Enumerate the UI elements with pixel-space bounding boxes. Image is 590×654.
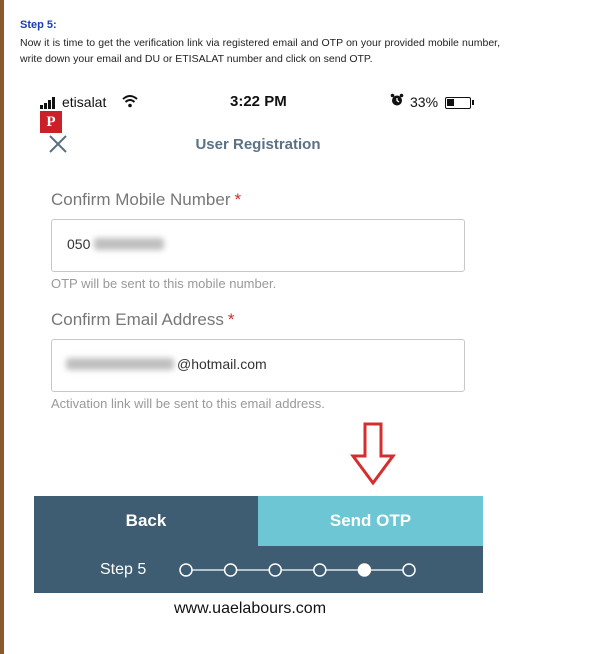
battery-tip (472, 100, 474, 105)
redacted-email-user (66, 358, 174, 370)
step-dot (268, 563, 282, 577)
carrier-name: etisalat (62, 94, 107, 110)
back-button[interactable]: Back (34, 496, 258, 546)
mobile-number-value: 050 (67, 236, 91, 252)
email-help-text: Activation link will be sent to this ema… (51, 396, 325, 411)
required-mark: * (234, 190, 242, 209)
step-dot (313, 563, 327, 577)
step-dot-current (357, 563, 372, 577)
step-progress-dots (179, 563, 416, 577)
screen-title: User Registration (195, 136, 321, 153)
redacted-digits (94, 238, 164, 250)
email-address-input[interactable]: @hotmail.com (51, 339, 465, 392)
email-field-label: Confirm Email Address * (51, 310, 235, 330)
email-label-text: Confirm Email Address (51, 310, 224, 329)
email-domain-value: @hotmail.com (177, 356, 267, 372)
step-description: Now it is time to get the verification l… (20, 37, 500, 65)
step-dot (179, 563, 193, 577)
required-mark: * (227, 310, 235, 329)
mobile-number-input[interactable]: 050 (51, 219, 465, 272)
mobile-help-text: OTP will be sent to this mobile number. (51, 276, 277, 291)
status-time: 3:22 PM (230, 93, 287, 110)
progress-stepper-bar: Step 5 (34, 546, 483, 593)
down-arrow-icon (350, 422, 396, 486)
alarm-icon (390, 93, 404, 106)
close-icon[interactable] (48, 134, 68, 154)
wifi-icon (122, 95, 138, 108)
mobile-label-text: Confirm Mobile Number (51, 190, 231, 209)
step-dot (402, 563, 416, 577)
battery-icon (445, 97, 471, 109)
battery-percent: 33% (410, 94, 439, 110)
watermark-site: www.uaelabours.com (173, 600, 327, 617)
send-otp-button[interactable]: Send OTP (258, 496, 483, 546)
phone-status-bar: etisalat 3:22 PM 33% (40, 92, 480, 114)
signal-icon (40, 97, 60, 109)
pinterest-icon[interactable]: P (40, 111, 62, 133)
step-dot (223, 563, 238, 577)
battery-level (447, 99, 454, 106)
step-heading: Step 5: (20, 19, 57, 31)
action-button-bar: Back Send OTP (34, 496, 483, 546)
stepper-label: Step 5 (100, 561, 147, 578)
left-edge-strip (0, 0, 4, 654)
mobile-field-label: Confirm Mobile Number * (51, 190, 241, 210)
